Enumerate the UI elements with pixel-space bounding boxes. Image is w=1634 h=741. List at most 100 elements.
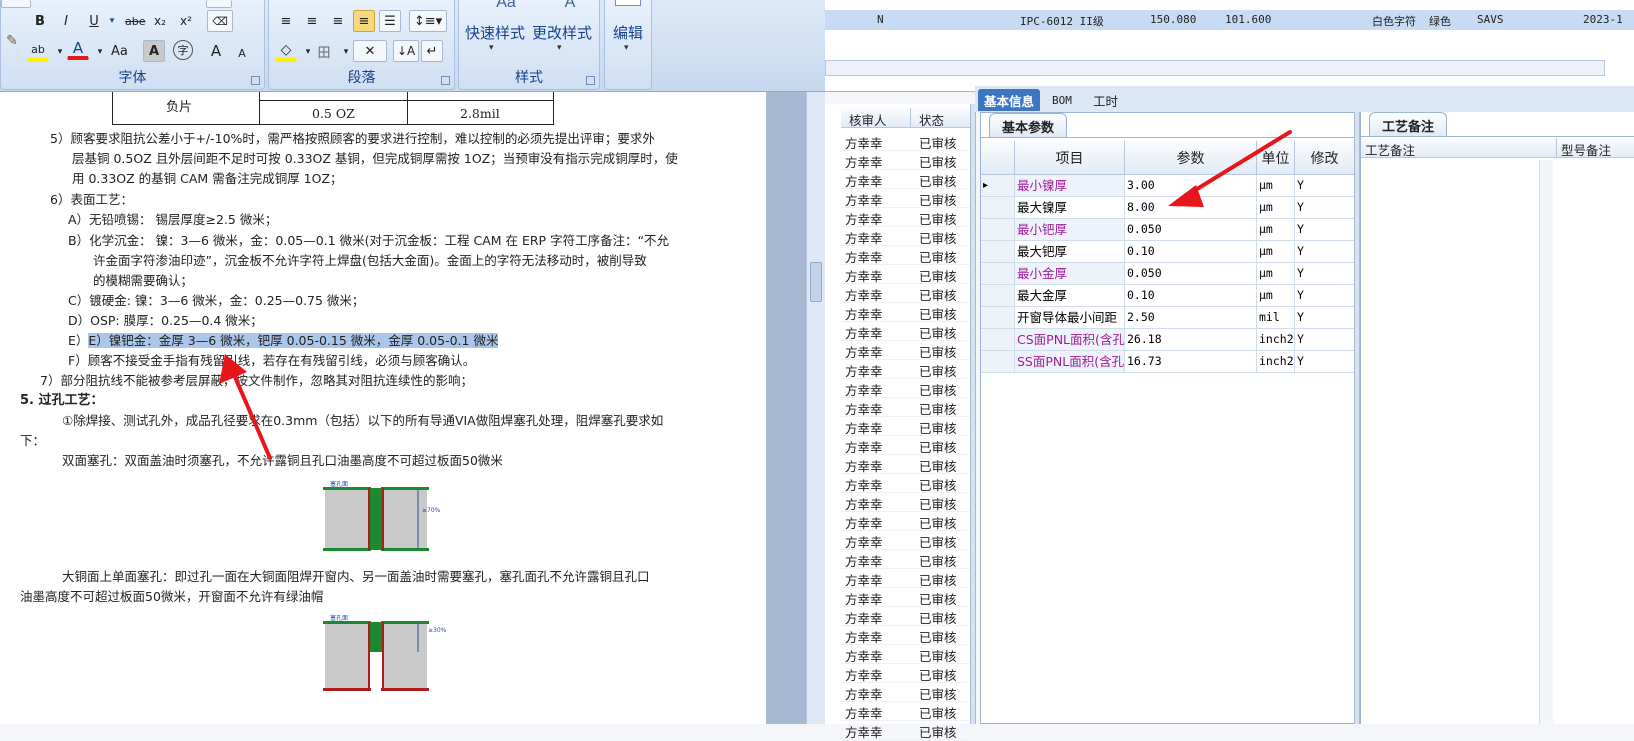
align-center-icon[interactable]: ≡ [301, 10, 323, 32]
param-item[interactable]: CS面PNL面积(含孔) [1015, 329, 1125, 350]
show-marks-icon[interactable]: ↵ [421, 40, 443, 62]
styles-dialog-launcher-icon[interactable] [586, 76, 595, 85]
param-unit[interactable]: inch2 [1257, 351, 1295, 372]
tab-bom[interactable]: BOM [1046, 92, 1078, 114]
reviewer-row[interactable]: 方幸幸 已审核 [841, 227, 975, 246]
param-modify[interactable]: Y [1295, 241, 1355, 262]
col-process-notes-header[interactable]: 工艺备注 [1361, 138, 1557, 158]
reviewer-row[interactable]: 方幸幸 已审核 [841, 132, 975, 151]
font-size-box[interactable] [1, 0, 31, 8]
change-case-icon[interactable]: Aa [107, 40, 132, 62]
grow-font-icon[interactable]: A [205, 40, 227, 62]
reviewer-row[interactable]: 方幸幸 已审核 [841, 683, 975, 702]
char-shading-icon[interactable]: A [143, 40, 165, 62]
splitter-left[interactable] [970, 104, 976, 724]
edit-dropdown-icon[interactable]: ▾ [624, 42, 629, 53]
reviewer-row[interactable]: 方幸幸 已审核 [841, 588, 975, 607]
param-value[interactable]: 0.050 [1125, 263, 1257, 284]
reviewer-row[interactable]: 方幸幸 已审核 [841, 550, 975, 569]
param-modify[interactable]: Y [1295, 285, 1355, 306]
param-unit[interactable]: μm [1257, 241, 1295, 262]
reviewer-row[interactable]: 方幸幸 已审核 [841, 398, 975, 417]
format-painter-icon[interactable]: ✎ [1, 30, 23, 52]
document-page[interactable]: 负片 0.5 OZ 2.8mil 5）顾客要求阻抗公差小于+/-10%时，需严格… [0, 92, 766, 724]
reviewer-row[interactable]: 方幸幸 已审核 [841, 664, 975, 683]
notes-scrollbar[interactable] [1539, 160, 1553, 724]
subtab-process-notes[interactable]: 工艺备注 [1369, 112, 1448, 136]
param-value[interactable]: 0.10 [1125, 241, 1257, 262]
param-item[interactable]: 最小金厚 [1015, 263, 1125, 284]
change-styles-icon[interactable]: A [555, 0, 585, 11]
param-item[interactable]: 开窗导体最小间距 [1015, 307, 1125, 328]
paragraph-dialog-launcher-icon[interactable] [441, 76, 450, 85]
align-left-icon[interactable]: ≡ [275, 10, 297, 32]
reviewer-row[interactable]: 方幸幸 已审核 [841, 322, 975, 341]
reviewer-row[interactable]: 方幸幸 已审核 [841, 284, 975, 303]
change-styles-dropdown-icon[interactable]: ▾ [557, 42, 562, 53]
param-item[interactable]: 最大钯厚 [1015, 241, 1125, 262]
tab-work-hours[interactable]: 工时 [1087, 89, 1124, 111]
param-unit[interactable]: μm [1257, 175, 1295, 196]
font-color-icon[interactable]: A [67, 38, 89, 60]
col-reviewer-header[interactable]: 核审人 [841, 108, 911, 128]
param-modify[interactable]: Y [1295, 263, 1355, 284]
param-item[interactable]: 最小钯厚 [1015, 219, 1125, 240]
param-row[interactable]: 最小钯厚 0.050 μm Y [981, 219, 1355, 241]
reviewer-row[interactable]: 方幸幸 已审核 [841, 341, 975, 360]
subtab-basic-params[interactable]: 基本参数 [989, 113, 1068, 137]
quick-styles-icon[interactable]: Aa [491, 0, 521, 11]
change-styles-button[interactable]: 更改样式 [529, 22, 595, 43]
col-status-header[interactable]: 状态 [911, 108, 975, 128]
reviewer-row[interactable]: 方幸幸 已审核 [841, 189, 975, 208]
reviewer-row[interactable]: 方幸幸 已审核 [841, 417, 975, 436]
reviewer-row[interactable]: 方幸幸 已审核 [841, 379, 975, 398]
param-row[interactable]: SS面PNL面积(含孔) 16.73 inch2 Y [981, 351, 1355, 373]
param-row[interactable]: ▸ 最小镍厚 3.00 μm Y [981, 175, 1355, 197]
shading-icon[interactable]: ◇ [275, 40, 297, 62]
underline-dropdown-icon[interactable]: ▾ [101, 10, 123, 32]
distributed-icon[interactable]: ☰ [379, 10, 401, 32]
reviewer-row[interactable]: 方幸幸 已审核 [841, 607, 975, 626]
reviewer-row[interactable]: 方幸幸 已审核 [841, 474, 975, 493]
param-unit[interactable]: μm [1257, 285, 1295, 306]
param-unit[interactable]: inch2 [1257, 329, 1295, 350]
top-grid-hscrollbar[interactable] [825, 60, 1605, 76]
find-icon[interactable] [615, 0, 641, 6]
param-modify[interactable]: Y [1295, 175, 1355, 196]
reviewer-row[interactable]: 方幸幸 已审核 [841, 645, 975, 664]
subscript-button[interactable]: x₂ [149, 10, 171, 32]
param-modify[interactable]: Y [1295, 329, 1355, 350]
col-model-notes-header[interactable]: 型号备注 [1557, 138, 1634, 158]
reviewer-row[interactable]: 方幸幸 已审核 [841, 626, 975, 645]
param-item[interactable]: SS面PNL面积(含孔) [1015, 351, 1125, 372]
param-row[interactable]: 最小金厚 0.050 μm Y [981, 263, 1355, 285]
param-value[interactable]: 16.73 [1125, 351, 1257, 372]
quick-styles-button[interactable]: 快速样式 [463, 22, 527, 43]
param-item[interactable]: 最大金厚 [1015, 285, 1125, 306]
param-item[interactable]: 最小镍厚 [1015, 175, 1125, 196]
param-unit[interactable]: μm [1257, 219, 1295, 240]
reviewer-row[interactable]: 方幸幸 已审核 [841, 512, 975, 531]
param-modify[interactable]: Y [1295, 197, 1355, 218]
reviewer-row[interactable]: 方幸幸 已审核 [841, 303, 975, 322]
reviewer-row[interactable]: 方幸幸 已审核 [841, 246, 975, 265]
param-modify[interactable]: Y [1295, 307, 1355, 328]
highlight-icon[interactable]: ab [27, 40, 49, 62]
tab-basic-info[interactable]: 基本信息 [978, 89, 1041, 111]
justify-icon[interactable]: ≡ [353, 10, 375, 32]
reviewer-row[interactable]: 方幸幸 已审核 [841, 493, 975, 512]
shrink-font-icon[interactable]: A [231, 42, 253, 64]
param-row[interactable]: CS面PNL面积(含孔) 26.18 inch2 Y [981, 329, 1355, 351]
reviewer-row[interactable]: 方幸幸 已审核 [841, 531, 975, 550]
italic-button[interactable]: I [55, 10, 77, 32]
para-e-selection[interactable]: E）镍钯金：金厚 3—6 微米，钯厚 0.05-0.15 微米，金厚 0.05-… [88, 333, 499, 348]
reviewer-row[interactable]: 方幸幸 已审核 [841, 151, 975, 170]
enclose-char-icon[interactable]: 字 [173, 40, 193, 60]
col-item-header[interactable]: 项目 [1015, 141, 1125, 175]
col-modify-header[interactable]: 修改 [1295, 141, 1355, 175]
reviewer-row[interactable]: 方幸幸 已审核 [841, 455, 975, 474]
edit-button[interactable]: 编辑 [605, 22, 651, 43]
param-item[interactable]: 最大镍厚 [1015, 197, 1125, 218]
line-spacing-icon[interactable]: ↕≡▾ [409, 10, 447, 32]
bold-button[interactable]: B [29, 10, 51, 32]
